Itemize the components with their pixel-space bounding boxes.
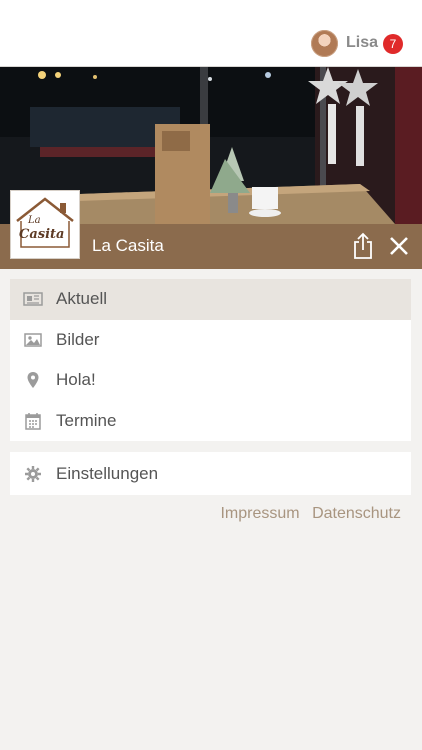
menu-item-bilder[interactable]: Bilder <box>10 320 411 361</box>
footer-links: Impressum Datenschutz <box>212 505 401 523</box>
menu-item-label: Bilder <box>56 329 100 349</box>
menu-item-label: Aktuell <box>56 289 108 309</box>
image-icon <box>23 330 43 350</box>
user-name[interactable]: Lisa <box>346 34 378 52</box>
location-pin-icon <box>23 370 43 390</box>
menu-item-label: Termine <box>56 410 117 430</box>
menu-item-hola[interactable]: Hola! <box>10 360 411 401</box>
impressum-link[interactable]: Impressum <box>220 505 299 522</box>
settings-label: Einstellungen <box>56 463 159 483</box>
settings-item[interactable]: Einstellungen <box>10 452 411 495</box>
share-button[interactable] <box>351 232 375 260</box>
close-button[interactable] <box>389 236 409 256</box>
menu-item-termine[interactable]: Termine <box>10 401 411 442</box>
share-icon <box>354 232 372 259</box>
calendar-icon <box>23 411 43 431</box>
gear-icon <box>23 464 43 484</box>
svg-text:Casita: Casita <box>19 227 64 242</box>
close-icon <box>390 237 408 255</box>
newspaper-icon <box>23 289 43 309</box>
navigation-menu: Aktuell Bilder Hola! Termine <box>10 279 411 441</box>
notification-badge[interactable]: 7 <box>383 34 403 54</box>
top-bar: Lisa 7 <box>0 0 422 67</box>
brand-logo: La Casita <box>10 190 80 259</box>
user-avatar[interactable] <box>311 30 338 57</box>
brand-title: La Casita <box>92 236 164 255</box>
datenschutz-link[interactable]: Datenschutz <box>312 505 401 522</box>
menu-item-label: Hola! <box>56 370 96 390</box>
svg-text:La: La <box>27 215 41 226</box>
menu-item-aktuell[interactable]: Aktuell <box>10 279 411 320</box>
